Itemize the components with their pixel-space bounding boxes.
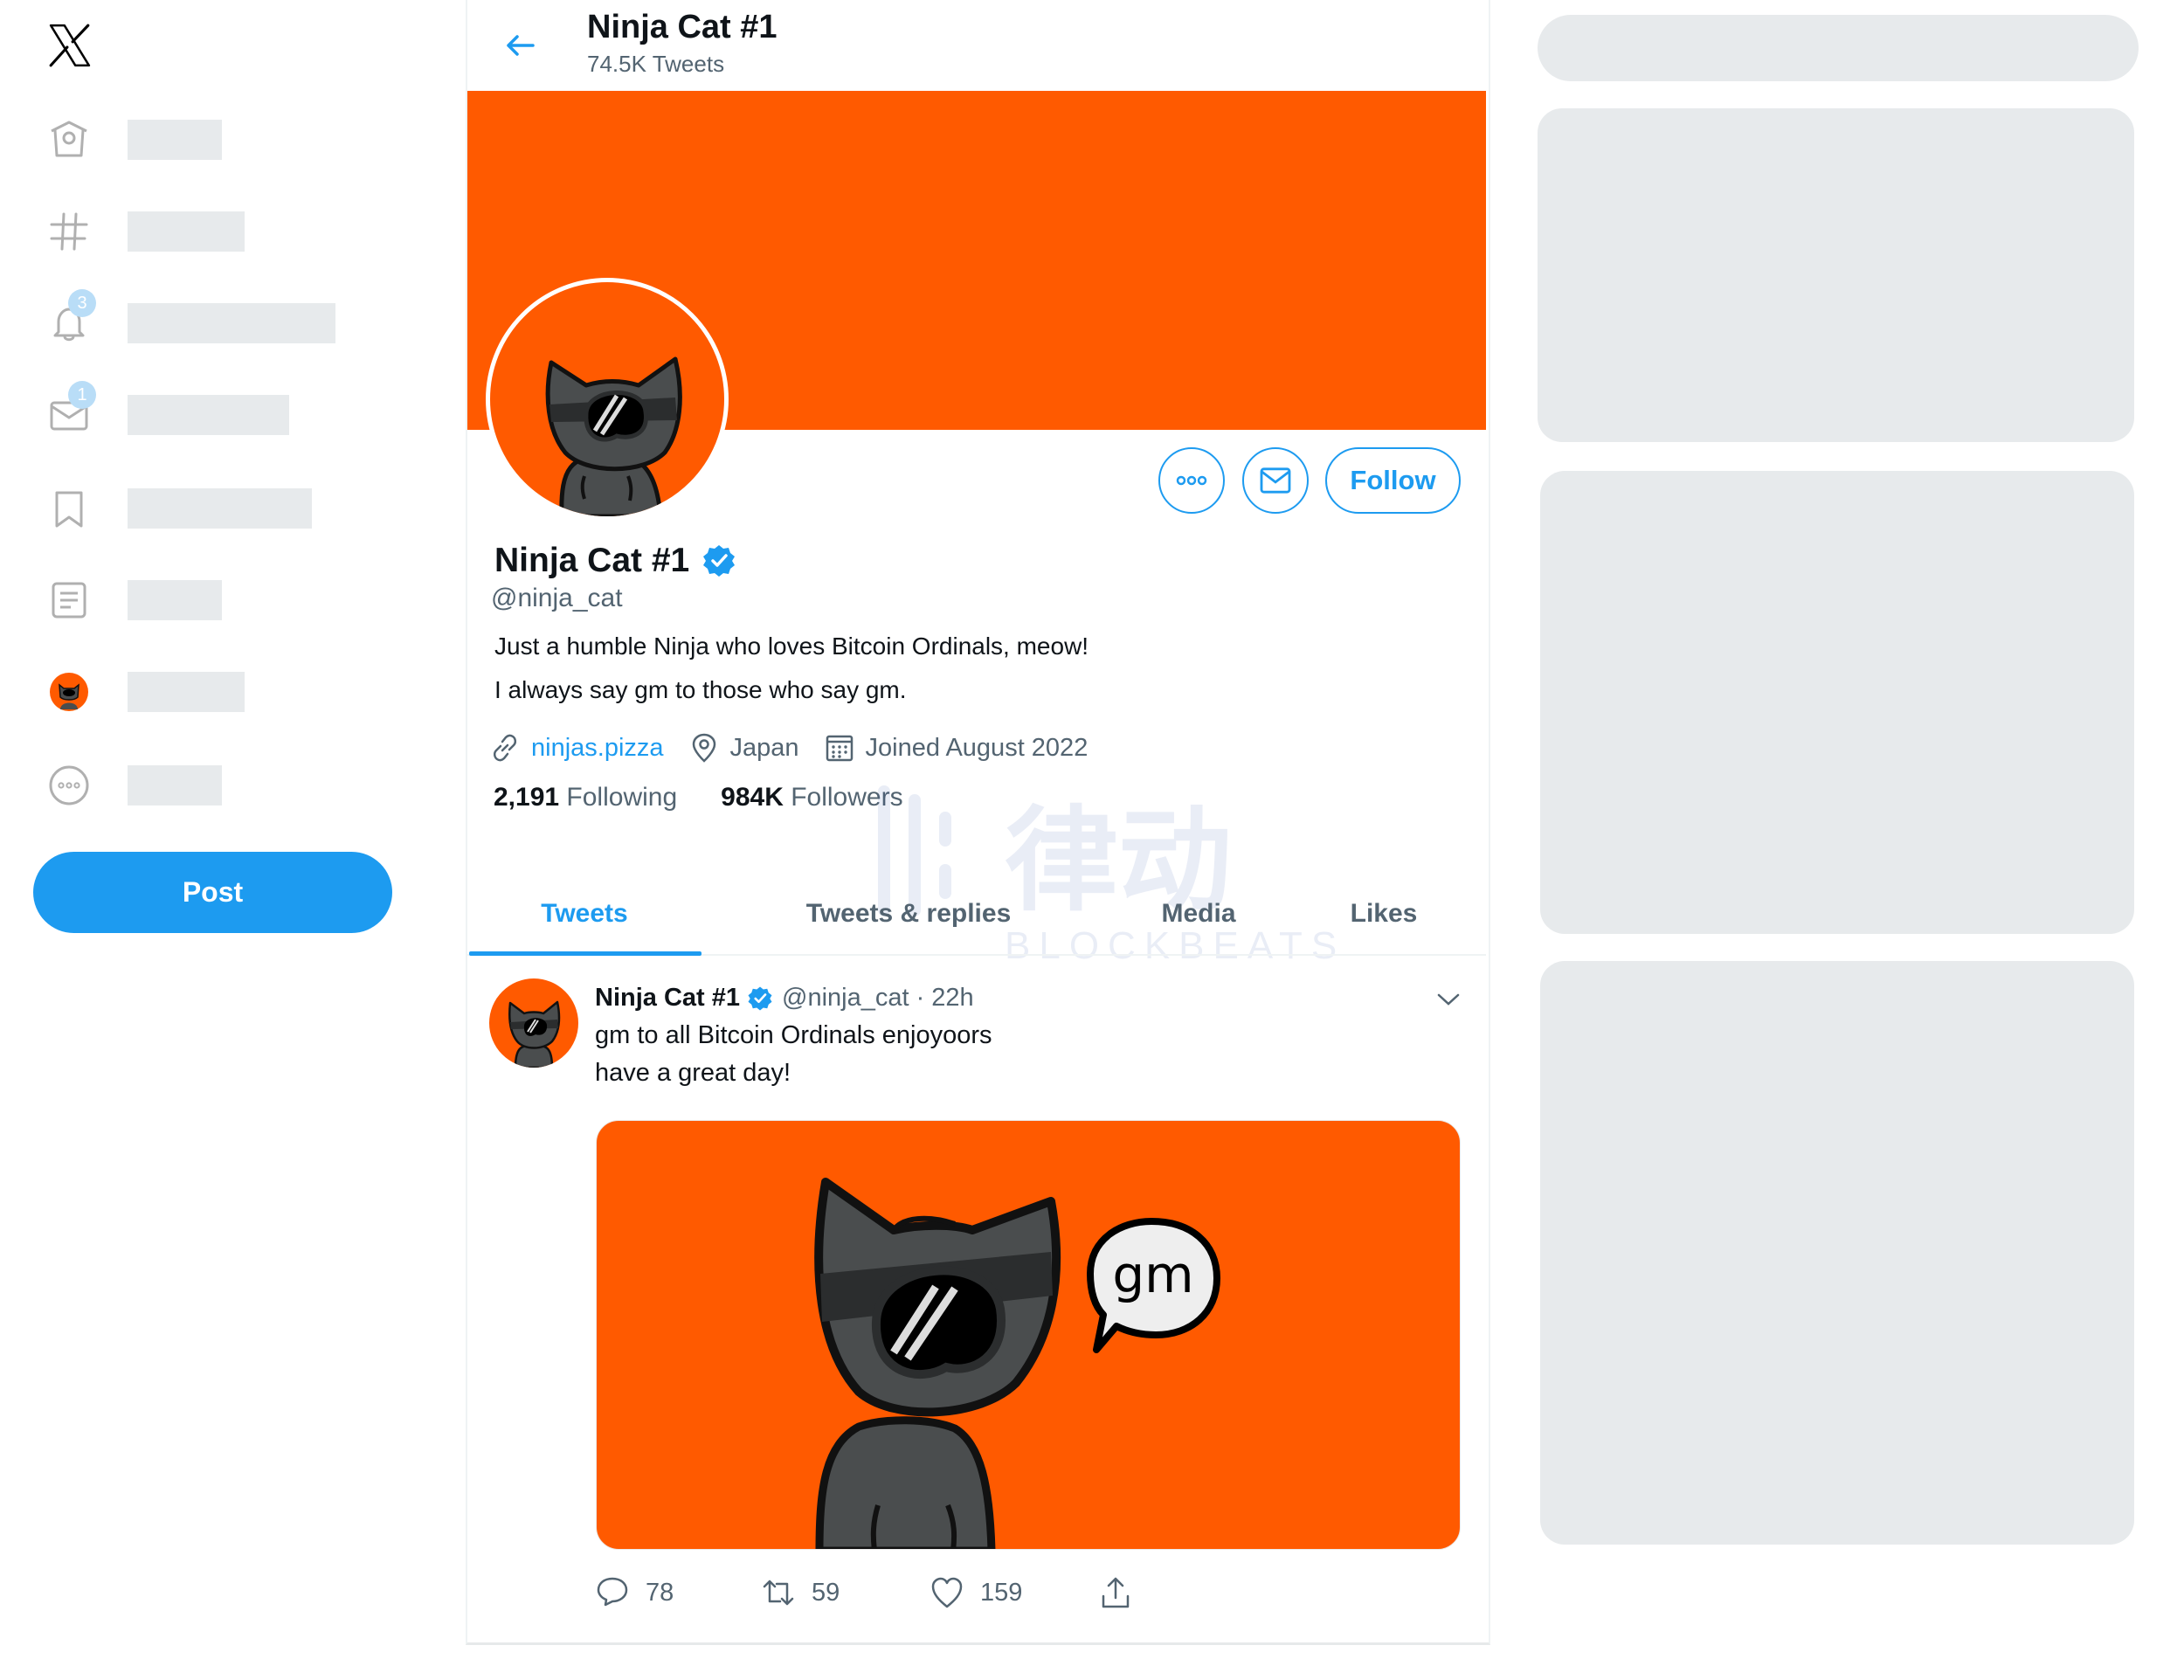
calendar-icon bbox=[826, 735, 853, 762]
profile-name: Ninja Cat #1 bbox=[494, 542, 690, 579]
profile-avatar-icon bbox=[47, 670, 91, 714]
followers-count: 984K bbox=[721, 783, 784, 812]
following-link[interactable]: 2,191 Following bbox=[494, 783, 677, 812]
tweet-avatar[interactable] bbox=[489, 978, 578, 1068]
tweet-handle-time: @ninja_cat · 22h bbox=[782, 984, 974, 1012]
profile-tabs: Tweets Tweets & replies Media Likes bbox=[467, 874, 1486, 956]
reply-icon bbox=[597, 1577, 628, 1607]
hashtag-icon bbox=[47, 210, 91, 253]
back-button[interactable] bbox=[501, 26, 540, 65]
reply-count: 78 bbox=[646, 1578, 674, 1607]
notification-badge: 3 bbox=[68, 289, 96, 317]
bio-line: Just a humble Ninja who loves Bitcoin Or… bbox=[494, 633, 1089, 660]
more-circle-icon bbox=[47, 764, 91, 807]
bio-line: I always say gm to those who say gm. bbox=[494, 676, 907, 703]
bell-icon: 3 bbox=[47, 289, 96, 345]
website-item[interactable]: ninjas.pizza bbox=[489, 732, 664, 764]
right-card-skeleton bbox=[1538, 108, 2134, 442]
list-icon bbox=[47, 578, 91, 622]
sidebar-label-skeleton bbox=[128, 672, 245, 712]
sidebar-label-skeleton bbox=[128, 120, 222, 160]
website-link[interactable]: ninjas.pizza bbox=[531, 734, 664, 763]
verified-badge-icon bbox=[703, 545, 736, 577]
followers-label: Followers bbox=[791, 783, 903, 812]
post-button[interactable]: Post bbox=[33, 852, 392, 933]
tab-tweets[interactable]: Tweets bbox=[467, 874, 702, 956]
chevron-down-icon bbox=[1437, 993, 1460, 1006]
sidebar-item-lists[interactable] bbox=[47, 574, 362, 626]
search-bar-skeleton[interactable] bbox=[1538, 15, 2139, 81]
following-count: 2,191 bbox=[494, 783, 560, 812]
more-dots-icon bbox=[1176, 475, 1207, 486]
tweet-actions: 78 59 159 bbox=[595, 1575, 1149, 1610]
sidebar-label-skeleton bbox=[128, 395, 289, 435]
tweet-author-name[interactable]: Ninja Cat #1 bbox=[595, 984, 740, 1013]
profile-name-row: Ninja Cat #1 bbox=[494, 542, 736, 580]
tweet-header: Ninja Cat #1 @ninja_cat · 22h bbox=[595, 984, 974, 1013]
sidebar-item-home[interactable] bbox=[47, 114, 362, 166]
tweet-text-line: have a great day! bbox=[595, 1059, 791, 1087]
location-pin-icon bbox=[692, 733, 715, 763]
location-text: Japan bbox=[729, 733, 799, 762]
tweet-menu-button[interactable] bbox=[1431, 982, 1466, 1017]
sidebar-item-profile[interactable] bbox=[47, 666, 362, 718]
sidebar-label-skeleton bbox=[128, 580, 222, 620]
ninja-cat-avatar-icon bbox=[545, 356, 682, 516]
sidebar-label-skeleton bbox=[128, 303, 335, 343]
ninja-cat-avatar-icon bbox=[508, 1000, 561, 1068]
message-button[interactable] bbox=[1242, 447, 1309, 514]
more-options-button[interactable] bbox=[1158, 447, 1225, 514]
header-title: Ninja Cat #1 bbox=[587, 9, 778, 45]
tweet-media-image[interactable]: gm bbox=[596, 1120, 1461, 1550]
mail-icon: 1 bbox=[47, 381, 96, 437]
link-icon bbox=[493, 734, 517, 762]
home-icon bbox=[47, 118, 91, 162]
heart-icon bbox=[931, 1577, 963, 1608]
retweet-count: 59 bbox=[812, 1578, 840, 1607]
follow-button[interactable]: Follow bbox=[1325, 447, 1461, 514]
messages-badge: 1 bbox=[68, 381, 96, 409]
location-item: Japan bbox=[688, 732, 799, 764]
like-count: 159 bbox=[980, 1578, 1023, 1607]
retweet-icon bbox=[763, 1580, 794, 1606]
follow-stats: 2,191 Following 984K Followers bbox=[494, 783, 947, 812]
tab-likes[interactable]: Likes bbox=[1282, 874, 1486, 954]
ninja-cat-gm-illustration-icon: gm bbox=[814, 1178, 1220, 1549]
arrow-left-icon bbox=[507, 35, 535, 56]
verified-badge-icon bbox=[748, 986, 772, 1010]
sidebar-item-explore[interactable] bbox=[47, 205, 362, 258]
bookmark-icon bbox=[47, 487, 91, 530]
followers-link[interactable]: 984K Followers bbox=[721, 783, 902, 812]
retweet-button[interactable]: 59 bbox=[761, 1575, 930, 1610]
profile-meta: ninjas.pizza Japan Joined August 2022 bbox=[489, 732, 1112, 764]
sidebar-item-more[interactable] bbox=[47, 759, 362, 812]
right-card-skeleton bbox=[1540, 961, 2134, 1545]
sidebar-item-notifications[interactable]: 3 bbox=[47, 289, 362, 349]
tab-media[interactable]: Media bbox=[1116, 874, 1282, 954]
share-button[interactable] bbox=[1098, 1575, 1149, 1610]
tweet-text-line: gm to all Bitcoin Ordinals enjoyoors bbox=[595, 1021, 992, 1049]
right-card-skeleton bbox=[1540, 471, 2134, 934]
profile-avatar[interactable] bbox=[486, 278, 729, 521]
share-icon bbox=[1102, 1577, 1130, 1608]
x-logo[interactable] bbox=[47, 23, 93, 68]
sidebar-item-messages[interactable]: 1 bbox=[47, 381, 362, 441]
joined-item: Joined August 2022 bbox=[824, 732, 1089, 764]
speech-bubble-text: gm bbox=[1112, 1245, 1193, 1304]
sidebar-label-skeleton bbox=[128, 765, 222, 805]
sidebar-item-bookmarks[interactable] bbox=[47, 482, 362, 535]
reply-button[interactable]: 78 bbox=[595, 1575, 761, 1610]
following-label: Following bbox=[566, 783, 678, 812]
mail-icon bbox=[1260, 467, 1291, 494]
sidebar-label-skeleton bbox=[128, 488, 312, 529]
header-tweet-count: 74.5K Tweets bbox=[587, 51, 725, 77]
sidebar-label-skeleton bbox=[128, 211, 245, 252]
tab-tweets-replies[interactable]: Tweets & replies bbox=[702, 874, 1116, 954]
x-logo-icon bbox=[49, 24, 91, 67]
like-button[interactable]: 159 bbox=[930, 1575, 1098, 1610]
joined-text: Joined August 2022 bbox=[865, 733, 1089, 762]
profile-handle: @ninja_cat bbox=[491, 584, 623, 612]
